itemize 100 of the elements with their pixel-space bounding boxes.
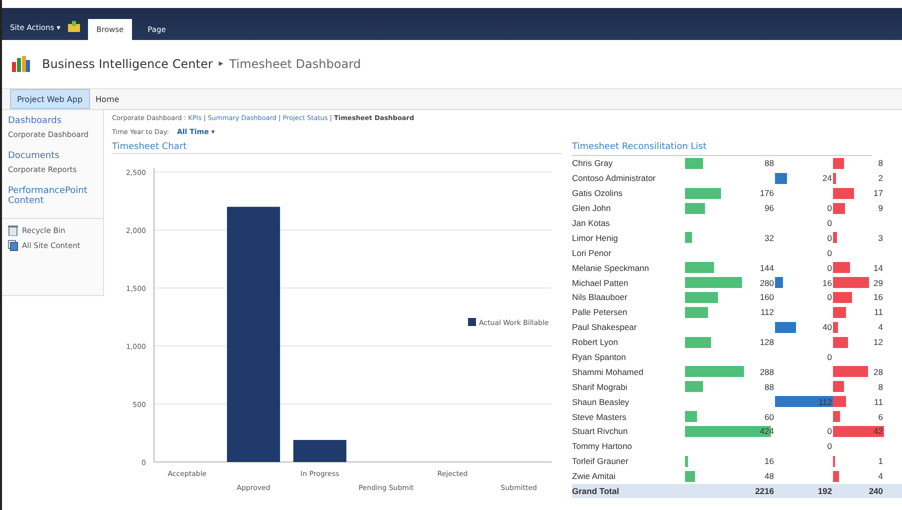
table-cell: 60 [764, 412, 775, 422]
chart-bar [293, 440, 346, 462]
table-cell: 6 [878, 412, 884, 422]
person-name: Stuart Rivchun [572, 426, 629, 436]
data-bar [685, 306, 708, 318]
table-cell: 0 [827, 248, 833, 258]
table-cell: 0 [827, 218, 833, 228]
data-bar [833, 172, 836, 184]
table-cell: 0 [827, 262, 833, 273]
table-cell: 1 [878, 456, 884, 466]
table-cell: 4 [878, 322, 884, 332]
table-cell: 16 [874, 292, 884, 302]
table-cell: 48 [764, 471, 775, 482]
data-bar [685, 470, 695, 482]
folder-icon[interactable] [68, 21, 80, 32]
data-bar [685, 202, 705, 214]
person-name: Steve Masters [572, 412, 628, 422]
sidebar-heading[interactable]: PerformancePoint Content [8, 186, 97, 206]
table-cell: 3 [878, 232, 884, 243]
table-cell: 280 [760, 278, 775, 288]
table-cell: 88 [764, 382, 775, 392]
table-cell: 11 [874, 396, 884, 407]
legend-swatch [468, 318, 476, 326]
data-bar [833, 158, 844, 169]
table-cell: 29 [874, 278, 884, 288]
data-bar [685, 381, 703, 392]
person-name: Paul Shakespear [572, 322, 638, 332]
table-cell: 11 [874, 307, 884, 318]
table-cell: 88 [764, 158, 775, 168]
table-cell: 176 [760, 188, 775, 198]
person-name: Lori Penor [572, 248, 612, 258]
top-nav-tab[interactable]: Home [90, 89, 126, 109]
table-cell: 2 [878, 173, 884, 184]
table-cell: 144 [760, 262, 775, 273]
data-bar [833, 426, 884, 437]
bar-chart-logo-icon [12, 56, 30, 72]
data-bar [833, 188, 854, 199]
data-bar [833, 232, 837, 244]
data-bar [833, 336, 848, 348]
person-name: Torleif Grauner [572, 456, 630, 466]
person-name: Palle Petersen [572, 307, 628, 318]
data-bar [685, 232, 692, 244]
data-bar [833, 470, 839, 482]
person-name: Melanie Speckmann [572, 262, 650, 273]
person-name: Shaun Beasley [572, 396, 630, 407]
table-cell: 0 [827, 232, 833, 243]
data-bar [833, 306, 846, 318]
table-cell: 16 [822, 278, 833, 288]
top-nav-tab[interactable]: Project Web App [10, 89, 90, 109]
table-cell: 0 [827, 426, 833, 436]
table-cell: 0 [827, 352, 833, 362]
data-bar [685, 336, 712, 348]
table-cell: 12 [874, 337, 884, 348]
total-cell: 2216 [755, 486, 775, 496]
data-bar [685, 158, 703, 169]
table-cell: 17 [874, 188, 884, 198]
data-bar [833, 381, 844, 392]
trash-bin-icon [8, 225, 18, 236]
table-cell: 112 [818, 396, 833, 407]
table-cell: 32 [764, 232, 775, 243]
table-cell: 4 [878, 471, 884, 482]
total-label: Grand Total [572, 486, 620, 496]
table-cell: 96 [764, 203, 775, 214]
table-cell: 128 [760, 337, 775, 348]
data-bar [833, 366, 868, 378]
table-cell: 9 [878, 203, 884, 214]
person-name: Glen John [572, 203, 612, 214]
table-cell: 14 [874, 262, 884, 273]
data-bar [833, 411, 840, 422]
table-cell: 40 [822, 322, 833, 332]
documents-icon [8, 240, 18, 251]
table-cell: 0 [827, 203, 833, 214]
data-bar [685, 262, 714, 274]
data-bar [685, 411, 698, 422]
person-name: Limor Henig [572, 232, 619, 243]
sidebar-heading[interactable]: Dashboards [8, 116, 97, 126]
table-cell: 8 [878, 382, 884, 392]
data-bar [685, 456, 688, 467]
table-cell: 288 [760, 366, 775, 377]
chart-title: Timesheet Chart [112, 142, 562, 154]
person-name: Nils Blaauboer [572, 292, 628, 302]
person-name: Tommy Hartono [572, 441, 633, 452]
data-bar [685, 366, 744, 378]
data-bar [775, 277, 784, 288]
table-cell: 16 [764, 456, 775, 466]
data-bar [685, 292, 718, 303]
table-cell: 0 [827, 441, 833, 452]
data-bar [685, 188, 721, 199]
person-name: Zwie Amitai [572, 471, 616, 482]
person-name: Chris Gray [572, 158, 614, 168]
sidebar-heading[interactable]: Documents [8, 151, 97, 161]
person-name: Ryan Spanton [572, 352, 627, 362]
person-name: Robert Lyon [572, 337, 619, 348]
person-name: Gatis Ozolins [572, 188, 624, 198]
person-name: Contoso Administrator [572, 173, 657, 184]
person-name: Shammi Mohamed [572, 366, 644, 377]
table-cell: 42 [874, 426, 884, 436]
site-title-link[interactable]: Business Intelligence Center [42, 57, 213, 71]
table-cell: 0 [827, 292, 833, 302]
data-bar [833, 202, 845, 214]
